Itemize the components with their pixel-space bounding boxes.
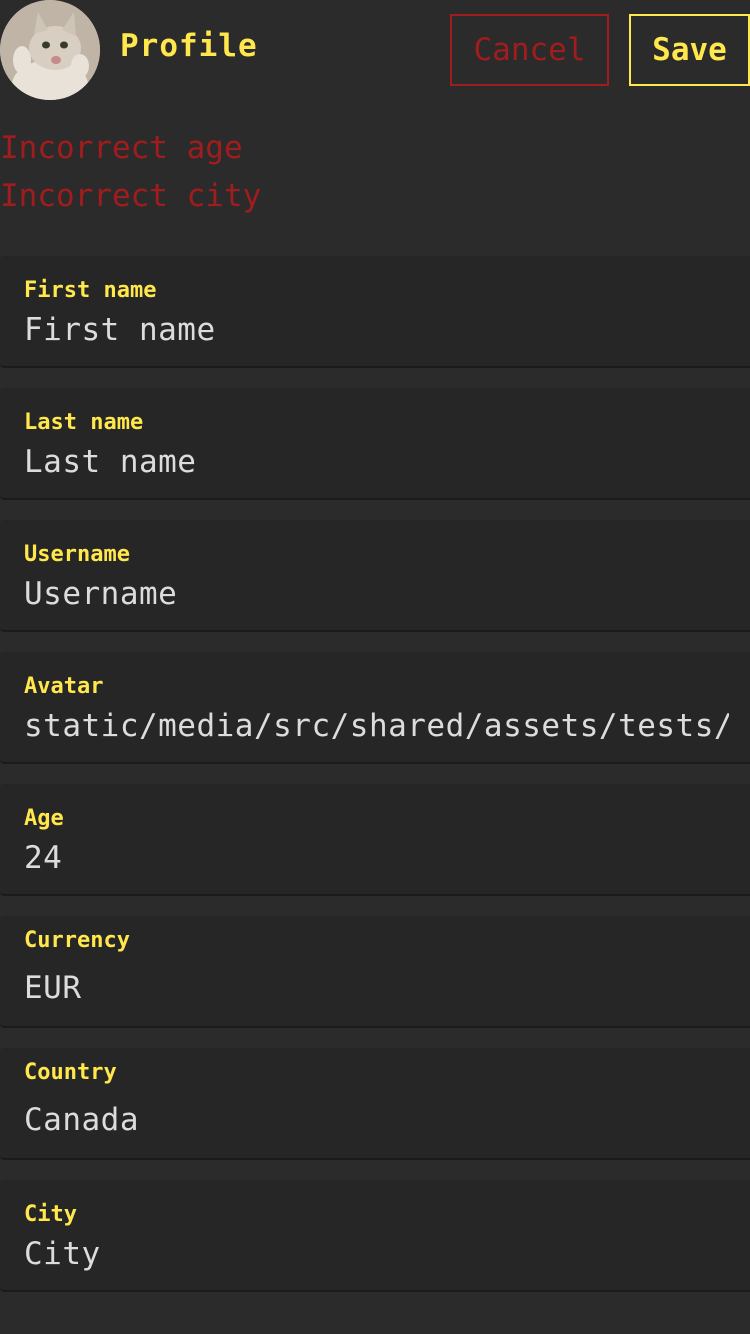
field-label: Avatar (24, 674, 104, 699)
profile-page: Profile Cancel Save Incorrect age Incorr… (0, 0, 750, 1334)
first-name-field[interactable]: First name First name (0, 256, 750, 368)
field-label: Currency (24, 928, 130, 953)
avatar-field[interactable]: Avatar static/media/src/shared/assets/te… (0, 652, 750, 764)
avatar-input[interactable]: static/media/src/shared/assets/tests/ (24, 708, 729, 744)
country-value[interactable]: Canada (24, 1102, 729, 1138)
page-title: Profile (120, 28, 258, 64)
currency-select[interactable]: Currency EUR (0, 916, 750, 1028)
city-field[interactable]: City City (0, 1180, 750, 1292)
field-label: Age (24, 806, 64, 831)
field-label: First name (24, 278, 157, 303)
last-name-input[interactable]: Last name (24, 444, 729, 480)
last-name-field[interactable]: Last name Last name (0, 388, 750, 500)
city-input[interactable]: City (24, 1236, 729, 1272)
profile-form: First name First name Last name Last nam… (0, 256, 750, 1312)
validation-errors: Incorrect age Incorrect city (0, 124, 261, 220)
age-input[interactable]: 24 (24, 840, 729, 876)
username-field[interactable]: Username Username (0, 520, 750, 632)
age-field[interactable]: Age 24 (0, 784, 750, 896)
cancel-button[interactable]: Cancel (450, 14, 609, 86)
username-input[interactable]: Username (24, 576, 729, 612)
field-label: Country (24, 1060, 117, 1085)
country-select[interactable]: Country Canada (0, 1048, 750, 1160)
field-label: City (24, 1202, 77, 1227)
error-message: Incorrect age (0, 130, 243, 166)
save-button[interactable]: Save (629, 14, 750, 86)
field-label: Username (24, 542, 130, 567)
cat-avatar-image (0, 0, 100, 100)
avatar (0, 0, 100, 100)
field-label: Last name (24, 410, 144, 435)
profile-header: Profile Cancel Save (0, 0, 750, 100)
currency-value[interactable]: EUR (24, 970, 729, 1006)
error-message: Incorrect city (0, 178, 262, 214)
first-name-input[interactable]: First name (24, 312, 729, 348)
